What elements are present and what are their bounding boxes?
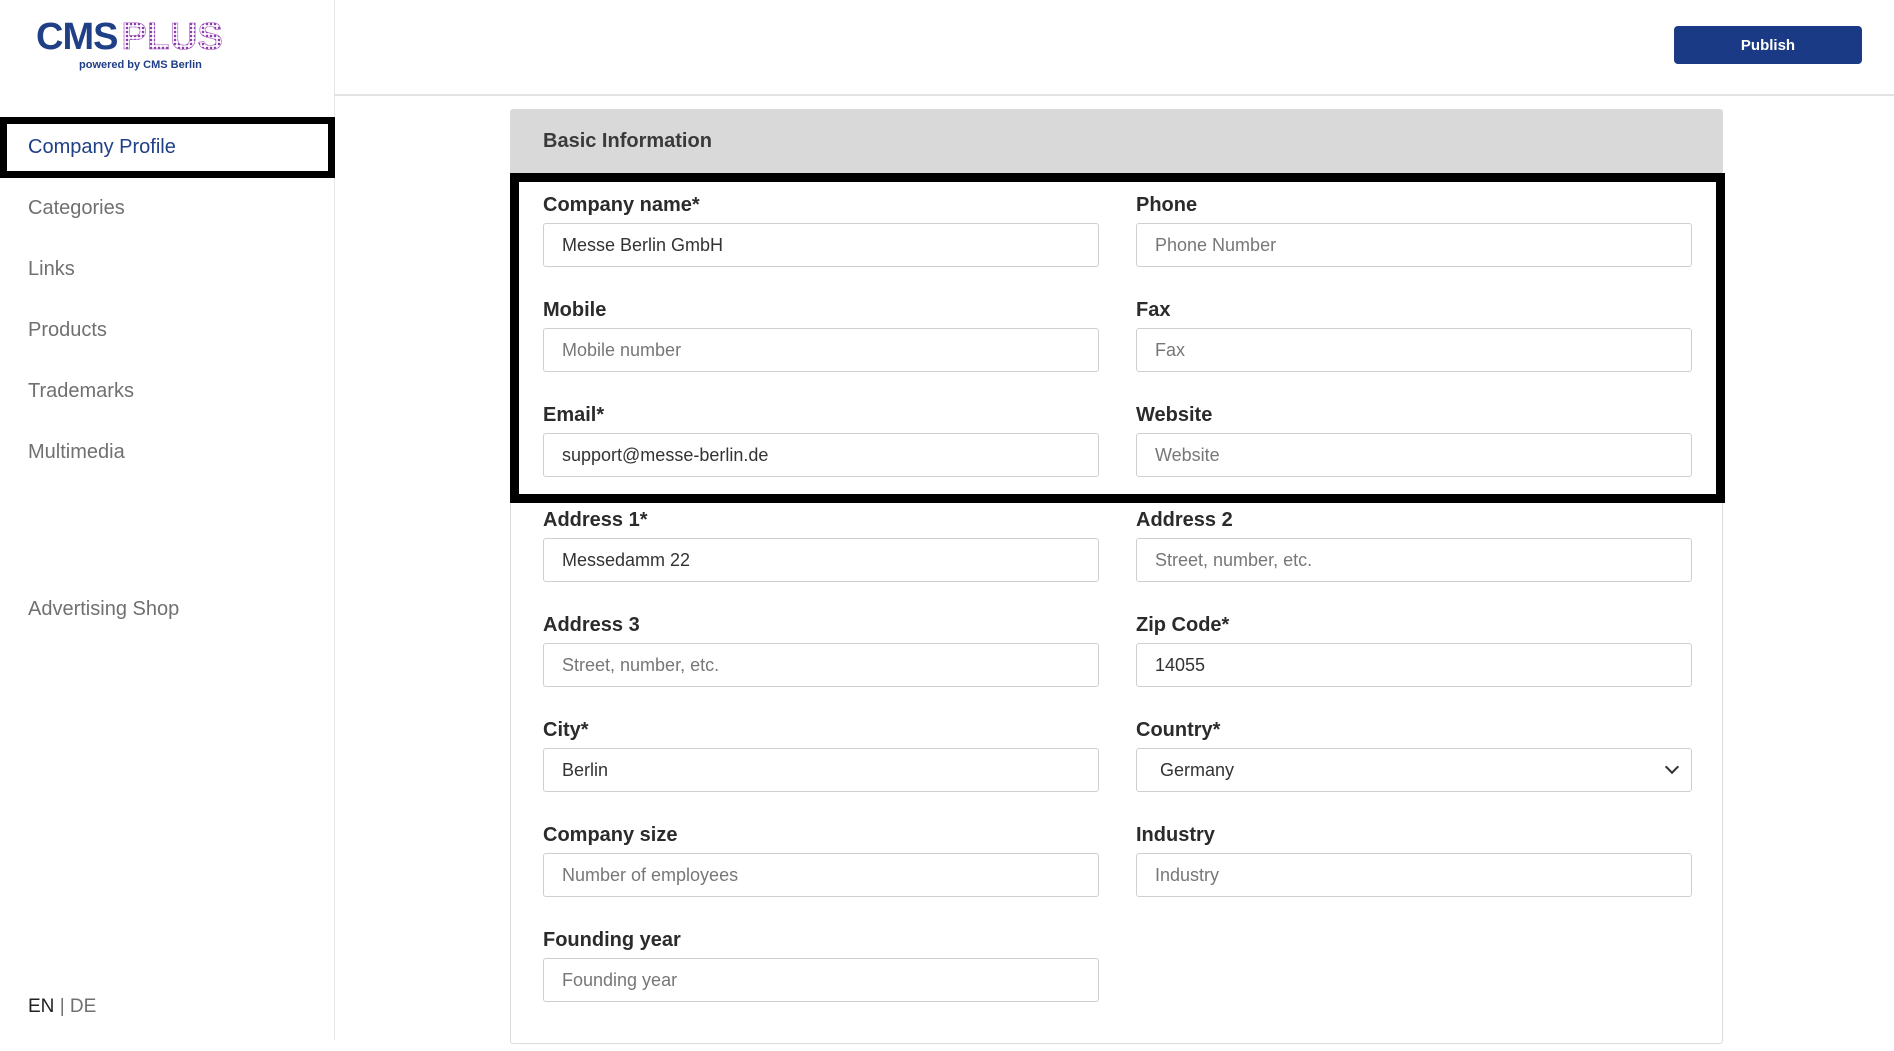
sidebar-item-products[interactable]: Products (0, 300, 335, 361)
email-input[interactable] (543, 433, 1099, 477)
country-group: Country* Germany (1136, 718, 1692, 792)
zip-code-group: Zip Code* (1136, 613, 1692, 687)
address2-label: Address 2 (1136, 509, 1233, 531)
address3-label: Address 3 (543, 614, 640, 636)
fax-input[interactable] (1136, 328, 1692, 372)
lang-separator: | (59, 996, 65, 1017)
sidebar-nav: Company Profile Categories Links Product… (0, 117, 335, 483)
website-group: Website (1136, 403, 1692, 477)
logo-plus-text: PLUS (121, 16, 223, 58)
industry-input[interactable] (1136, 853, 1692, 897)
sidebar-item-company-profile[interactable]: Company Profile (0, 117, 335, 178)
phone-group: Phone (1136, 193, 1692, 267)
top-bar: Publish (335, 0, 1894, 96)
country-selected-value: Germany (1160, 759, 1235, 780)
address1-input[interactable] (543, 538, 1099, 582)
language-switcher: EN | DE (28, 996, 96, 1018)
email-label: Email* (543, 404, 605, 426)
basic-information-card: Basic Information Company name* Phone Mo… (510, 109, 1723, 1044)
fax-label: Fax (1136, 299, 1171, 321)
sidebar-item-advertising-shop[interactable]: Advertising Shop (28, 598, 179, 621)
company-size-group: Company size (543, 823, 1099, 897)
company-name-group: Company name* (543, 193, 1099, 267)
founding-year-input[interactable] (543, 958, 1099, 1002)
email-group: Email* (543, 403, 1099, 477)
mobile-input[interactable] (543, 328, 1099, 372)
sidebar-item-multimedia[interactable]: Multimedia (0, 422, 335, 483)
mobile-label: Mobile (543, 299, 607, 321)
logo-tagline: powered by CMS Berlin (79, 59, 202, 71)
card-title: Basic Information (511, 110, 1722, 173)
cms-plus-logo[interactable]: CMS PLUS powered by CMS Berlin (36, 16, 223, 72)
company-name-input[interactable] (543, 223, 1099, 267)
phone-label: Phone (1136, 194, 1198, 216)
logo-cms-text: CMS (36, 16, 118, 58)
website-label: Website (1136, 404, 1213, 426)
fax-group: Fax (1136, 298, 1692, 372)
website-input[interactable] (1136, 433, 1692, 477)
country-label: Country* (1136, 719, 1221, 741)
address2-input[interactable] (1136, 538, 1692, 582)
address3-input[interactable] (543, 643, 1099, 687)
city-label: City* (543, 719, 589, 741)
company-size-label: Company size (543, 824, 678, 846)
founding-year-group: Founding year (543, 928, 1099, 1002)
industry-label: Industry (1136, 824, 1215, 846)
sidebar-item-categories[interactable]: Categories (0, 178, 335, 239)
address1-label: Address 1* (543, 509, 648, 531)
mobile-group: Mobile (543, 298, 1099, 372)
founding-year-label: Founding year (543, 929, 681, 951)
sidebar-item-links[interactable]: Links (0, 239, 335, 300)
logo-wordmark: CMS PLUS (36, 16, 223, 58)
company-size-input[interactable] (543, 853, 1099, 897)
address1-group: Address 1* (543, 508, 1099, 582)
chevron-down-icon (1664, 759, 1680, 775)
address2-group: Address 2 (1136, 508, 1692, 582)
publish-button[interactable]: Publish (1674, 26, 1862, 64)
city-group: City* (543, 718, 1099, 792)
city-input[interactable] (543, 748, 1099, 792)
sidebar-item-trademarks[interactable]: Trademarks (0, 361, 335, 422)
country-select[interactable]: Germany (1136, 748, 1692, 792)
sidebar: CMS PLUS powered by CMS Berlin Company P… (0, 0, 335, 1040)
lang-en-link[interactable]: EN (28, 996, 54, 1017)
industry-group: Industry (1136, 823, 1692, 897)
zip-code-input[interactable] (1136, 643, 1692, 687)
company-name-label: Company name* (543, 194, 700, 216)
phone-input[interactable] (1136, 223, 1692, 267)
zip-code-label: Zip Code* (1136, 614, 1230, 636)
lang-de-link[interactable]: DE (70, 996, 96, 1017)
address3-group: Address 3 (543, 613, 1099, 687)
